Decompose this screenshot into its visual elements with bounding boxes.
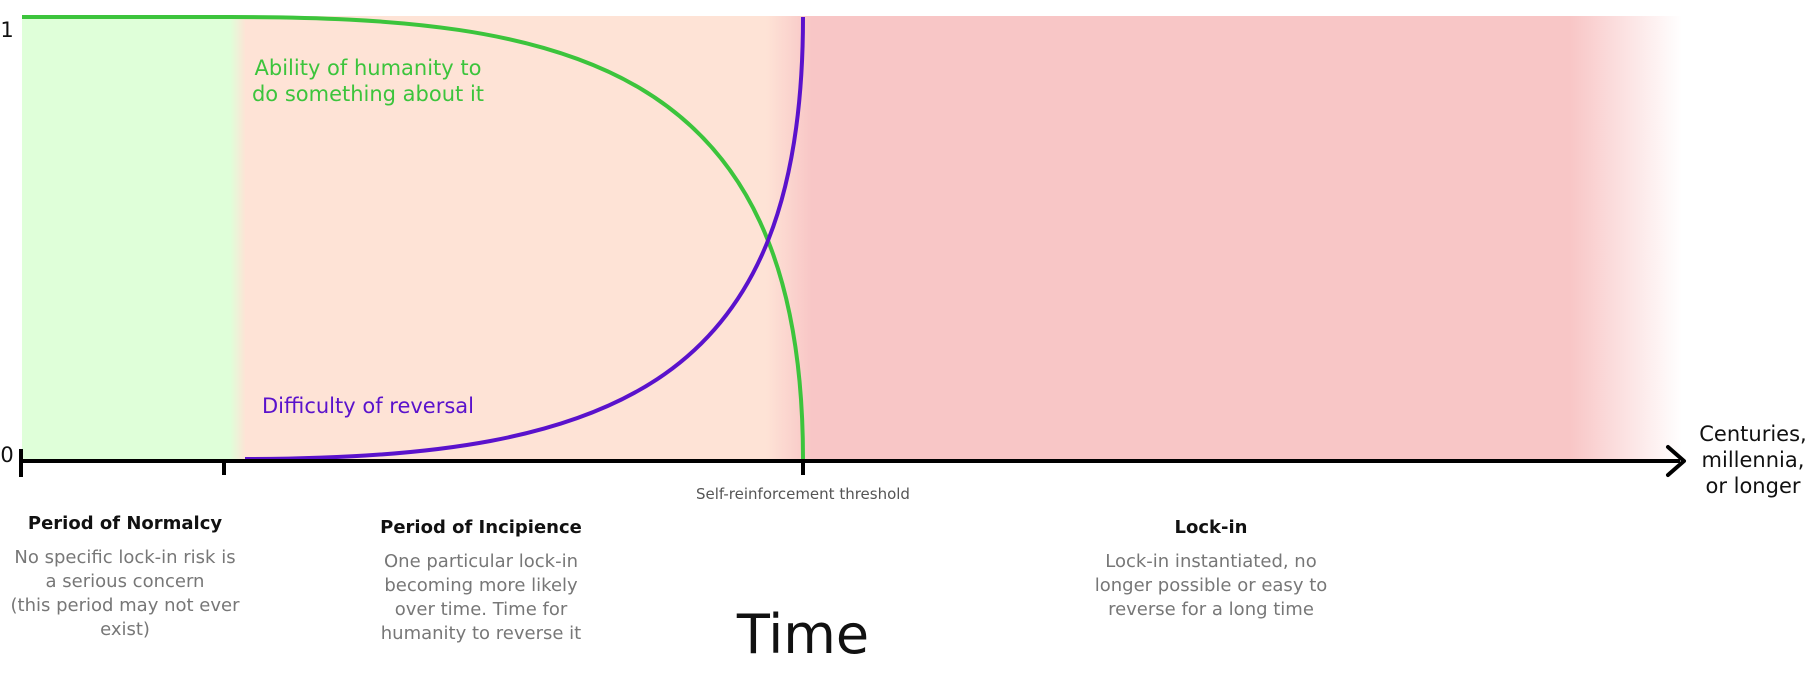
incipience-desc-line-1: One particular lock-in — [384, 551, 578, 572]
threshold-label: Self-reinforcement threshold — [696, 485, 910, 503]
x-axis-end-label: Centuries, millennia, or longer — [1696, 421, 1810, 499]
lockin-desc-line-3: reverse for a long time — [1108, 599, 1314, 620]
phase-normalcy-title: Period of Normalcy — [27, 513, 223, 534]
phase-incipience-title: Period of Incipience — [380, 517, 582, 538]
phase-lockin-title: Lock-in — [1174, 517, 1248, 538]
incipience-desc-line-4: humanity to reverse it — [380, 623, 582, 644]
lockin-desc-line-1: Lock-in instantiated, no — [1105, 551, 1317, 572]
x-end-line-3: or longer — [1705, 474, 1801, 498]
phase-normalcy-desc: No specific lock-in risk is a serious co… — [0, 546, 250, 642]
normalcy-region — [22, 16, 232, 460]
incipience-desc-line-2: becoming more likely — [384, 575, 578, 596]
x-axis-title: Time — [736, 603, 870, 666]
y-tick-0: 0 — [0, 443, 14, 467]
normalcy-desc-line-1: No specific lock-in risk is — [14, 547, 236, 568]
normalcy-desc-line-2: a serious concern — [45, 571, 205, 592]
incipience-lockin-transition — [766, 16, 812, 460]
lockin-desc-line-2: longer possible or easy to — [1094, 575, 1328, 596]
difficulty-curve-label: Difficulty of reversal — [228, 393, 508, 419]
phase-incipience: Period of Incipience One particular lock… — [356, 517, 606, 646]
ability-curve-label: Ability of humanity to do something abou… — [228, 55, 508, 107]
lockin-fade — [1570, 16, 1682, 460]
ability-label-line-2: do something about it — [251, 82, 485, 106]
y-tick-1: 1 — [0, 18, 14, 42]
ability-label-line-1: Ability of humanity to — [254, 56, 482, 80]
normalcy-desc-line-3: (this period may not ever — [10, 595, 240, 616]
phase-normalcy: Period of Normalcy No specific lock-in r… — [0, 513, 250, 642]
difficulty-label-line-1: Difficulty of reversal — [262, 394, 474, 418]
phase-lockin: Lock-in Lock-in instantiated, no longer … — [1076, 517, 1346, 622]
phase-lockin-desc: Lock-in instantiated, no longer possible… — [1076, 550, 1346, 622]
lockin-region — [811, 16, 1571, 460]
x-end-line-1: Centuries, — [1699, 422, 1807, 446]
phase-incipience-desc: One particular lock-in becoming more lik… — [356, 550, 606, 646]
incipience-desc-line-3: over time. Time for — [394, 599, 568, 620]
normalcy-desc-line-4: exist) — [100, 619, 150, 640]
x-end-line-2: millennia, — [1701, 448, 1805, 472]
